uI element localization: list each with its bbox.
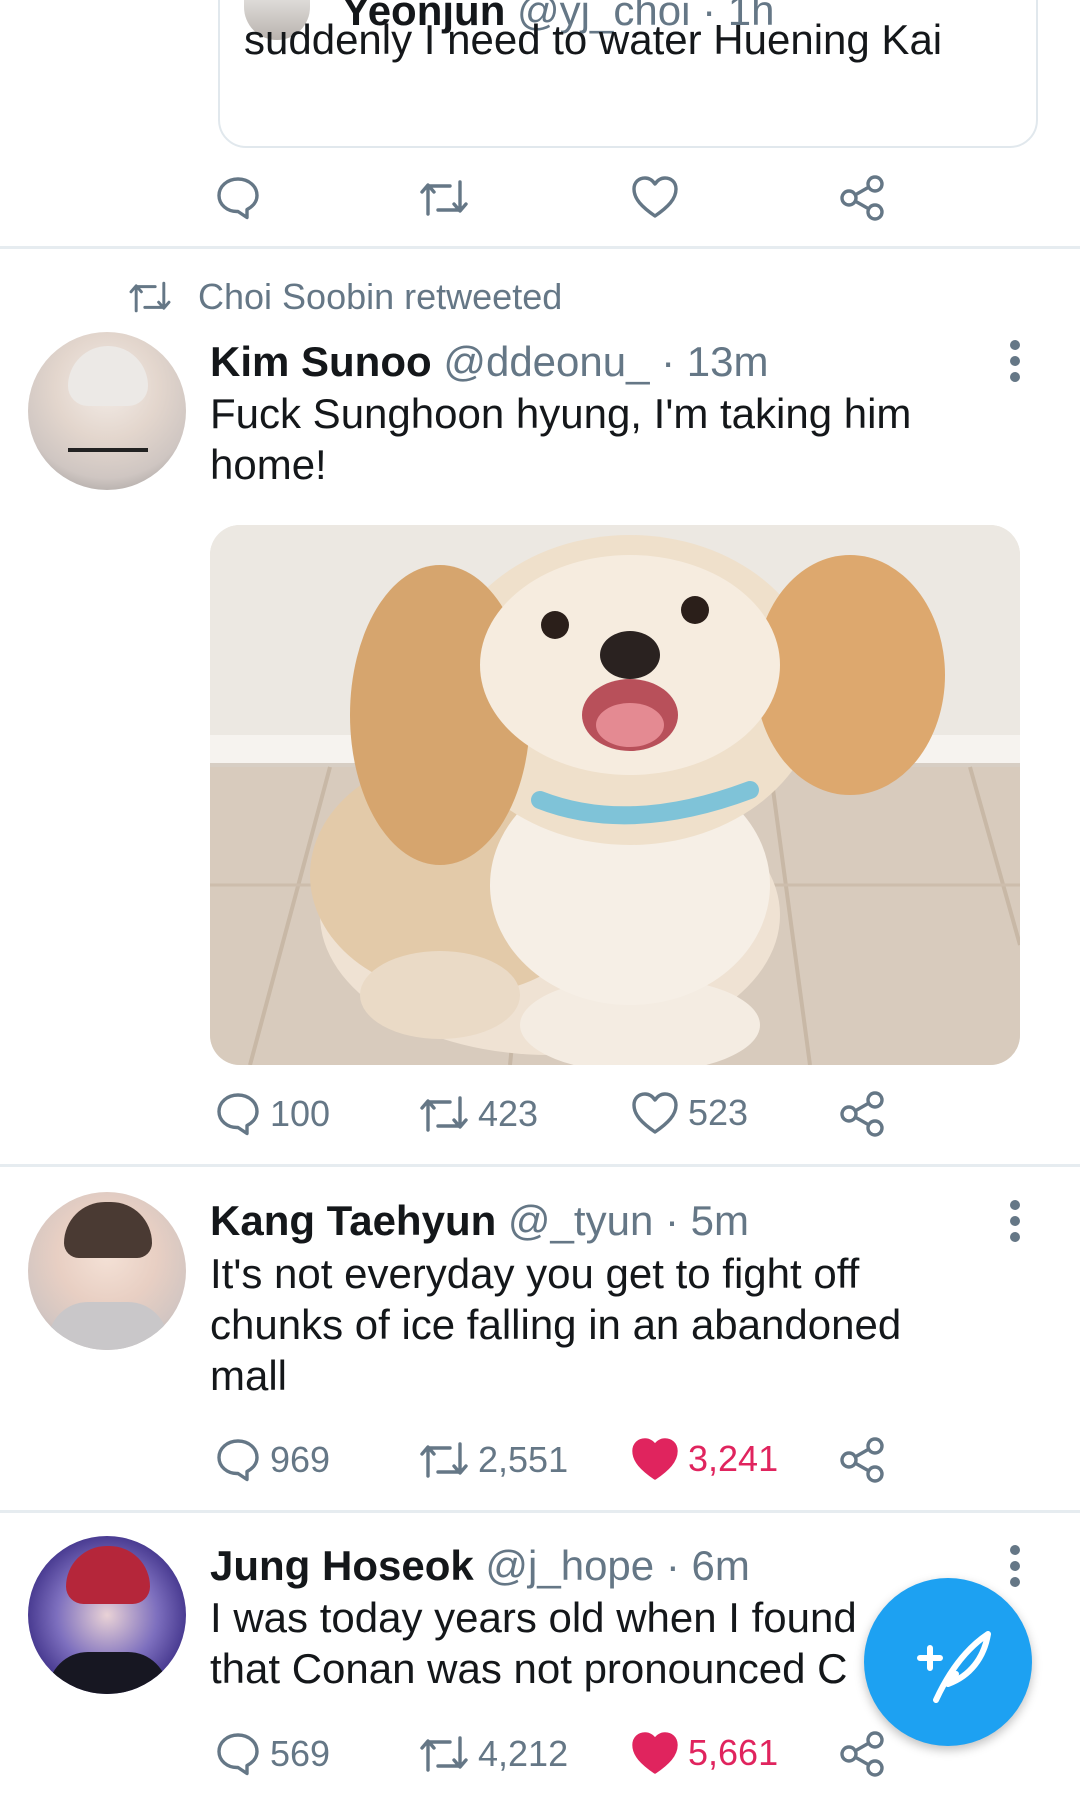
retweet-icon	[129, 281, 171, 313]
author-line: Kang Taehyun @_tyun · 5m	[210, 1195, 749, 1247]
share-icon	[840, 1091, 884, 1137]
heart-icon	[632, 1092, 678, 1134]
like-count: 523	[688, 1092, 749, 1133]
heart-icon	[632, 1732, 678, 1774]
more-options-button[interactable]	[1000, 1200, 1030, 1250]
like-count: 3,241	[688, 1438, 779, 1479]
speech-bubble-icon	[217, 1439, 259, 1482]
more-options-button[interactable]	[1000, 340, 1030, 390]
retweet-icon	[420, 180, 468, 216]
dog-photo	[210, 525, 1020, 1065]
author-name[interactable]: Kim Sunoo	[210, 338, 432, 385]
retweet-button[interactable]: 2,551	[418, 1438, 568, 1482]
retweet-button[interactable]: 423	[418, 1092, 538, 1136]
speech-bubble-icon	[217, 177, 259, 220]
share-icon	[840, 1437, 884, 1483]
reply-button[interactable]: 569	[214, 1730, 330, 1778]
avatar[interactable]	[28, 1192, 186, 1350]
like-count: 5,661	[688, 1732, 779, 1773]
reply-count: 569	[270, 1733, 331, 1774]
heart-icon	[632, 1438, 678, 1480]
speech-bubble-icon	[217, 1093, 259, 1136]
retweet-button[interactable]: 4,212	[418, 1732, 568, 1776]
reply-button[interactable]: 969	[214, 1436, 330, 1484]
more-vertical-icon	[1010, 340, 1020, 350]
like-button[interactable]: 5,661	[630, 1730, 778, 1776]
retweet-icon	[420, 1442, 468, 1478]
retweet-context[interactable]: Choi Soobin retweeted	[126, 276, 562, 318]
tweet-divider	[0, 246, 1080, 249]
heart-icon	[632, 176, 678, 218]
like-button[interactable]: 3,241	[630, 1436, 778, 1482]
more-vertical-icon	[1010, 1545, 1020, 1555]
author-meta: @ddeonu_ · 13m	[443, 338, 769, 385]
reply-count: 100	[270, 1093, 331, 1134]
compose-feather-icon	[917, 1631, 991, 1703]
retweet-count: 423	[478, 1093, 539, 1134]
avatar[interactable]	[28, 1536, 186, 1694]
tweet-text: Fuck Sunghoon hyung, I'm taking him home…	[210, 390, 912, 488]
tweet-text: I was today years old when I found that …	[210, 1594, 857, 1692]
author-meta: @_tyun · 5m	[507, 1197, 749, 1244]
retweeted-by-label: Choi Soobin retweeted	[198, 276, 563, 317]
reply-button[interactable]	[214, 174, 262, 222]
author-name[interactable]: Jung Hoseok	[210, 1542, 474, 1589]
tweet-media-image[interactable]	[210, 525, 1020, 1065]
author-meta: @j_hope · 6m	[485, 1542, 750, 1589]
retweet-button[interactable]	[418, 176, 470, 220]
share-button[interactable]	[838, 1090, 888, 1138]
share-button[interactable]	[838, 1436, 888, 1484]
quoted-tweet-text: suddenly I need to water Huening Kai	[244, 16, 943, 63]
compose-tweet-button[interactable]	[864, 1578, 1032, 1746]
share-icon	[840, 175, 884, 221]
retweet-icon	[420, 1096, 468, 1132]
author-line: Jung Hoseok @j_hope · 6m	[210, 1540, 750, 1592]
tweet-text: It's not everyday you get to fight off c…	[210, 1250, 902, 1399]
like-button[interactable]: 523	[630, 1090, 748, 1136]
author-name[interactable]: Kang Taehyun	[210, 1197, 496, 1244]
like-button[interactable]	[630, 174, 680, 220]
tweet-divider	[0, 1164, 1080, 1167]
speech-bubble-icon	[217, 1733, 259, 1776]
more-vertical-icon	[1010, 1200, 1020, 1210]
quoted-tweet-card[interactable]: Yeonjun @yj_choi · 1h suddenly I need to…	[218, 0, 1038, 148]
reply-count: 969	[270, 1439, 331, 1480]
share-button[interactable]	[838, 174, 888, 222]
author-line: Kim Sunoo @ddeonu_ · 13m	[210, 336, 769, 388]
retweet-count: 2,551	[478, 1439, 569, 1480]
retweet-count: 4,212	[478, 1733, 569, 1774]
reply-button[interactable]: 100	[214, 1090, 330, 1138]
tweet-divider	[0, 1510, 1080, 1513]
avatar[interactable]	[28, 332, 186, 490]
retweet-icon	[420, 1736, 468, 1772]
